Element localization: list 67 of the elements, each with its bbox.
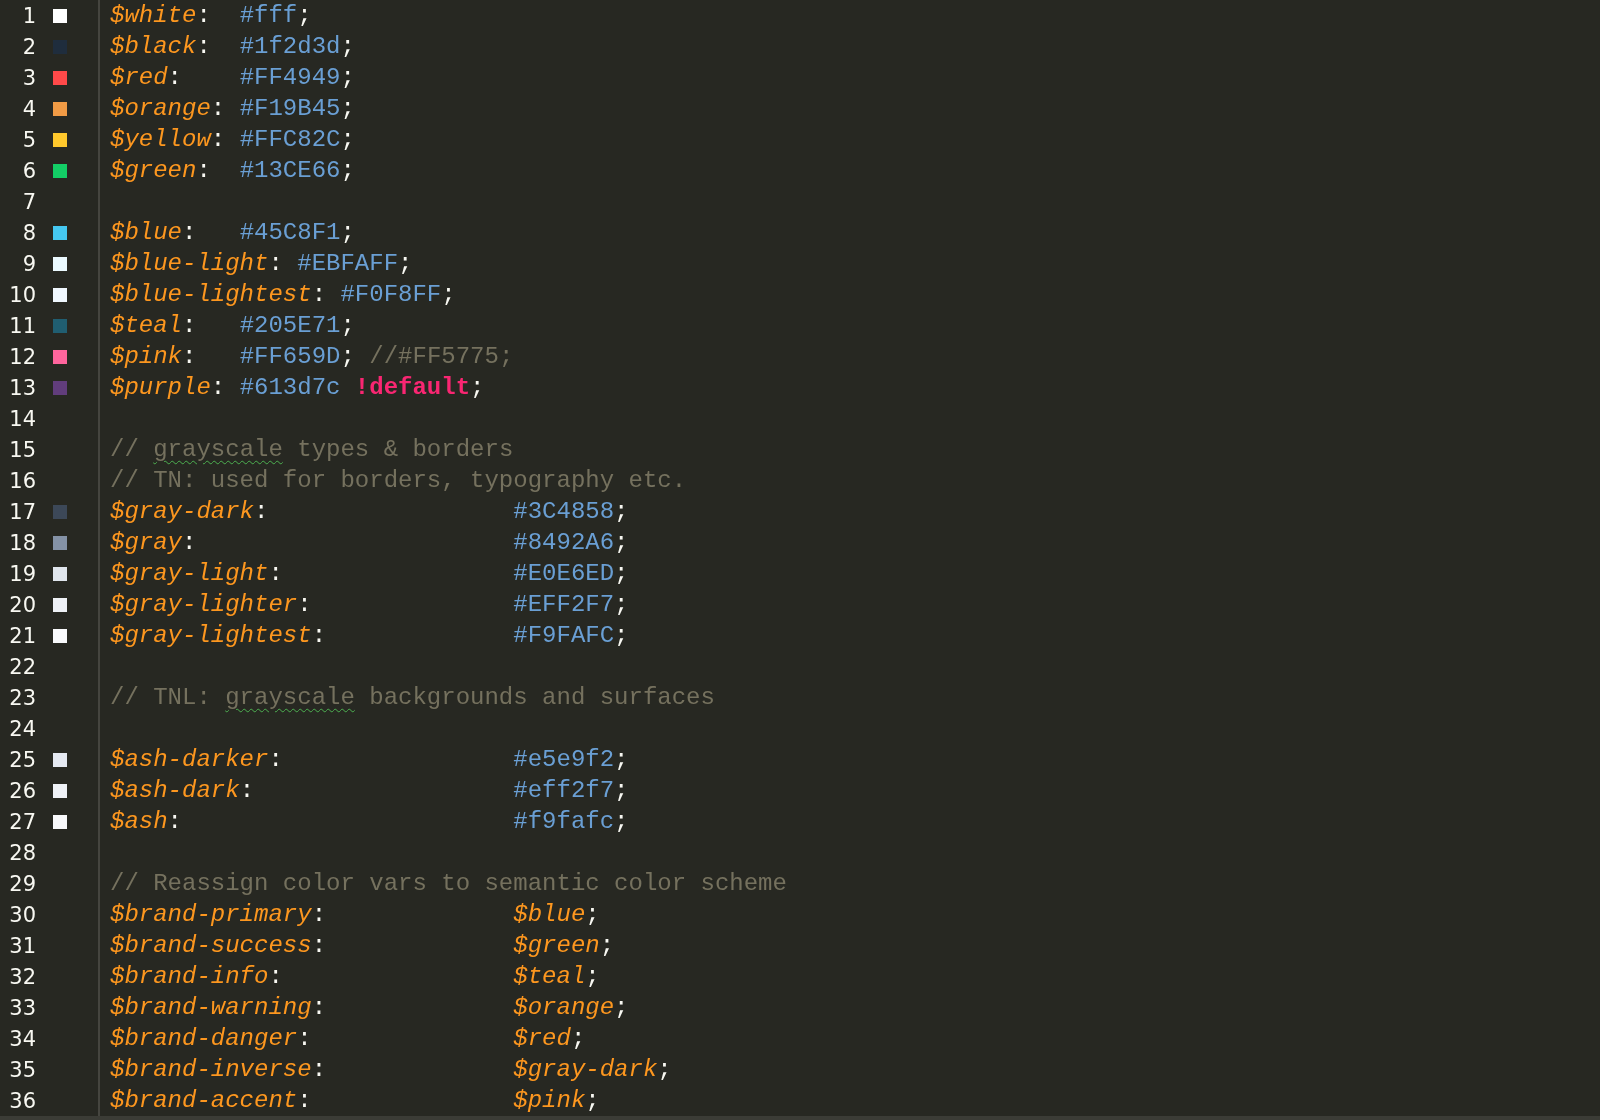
code-line: $gray-lighter: #EFF2F7; — [110, 591, 629, 618]
code-line: $brand-info: $teal; — [110, 963, 600, 990]
code-line: $gray-light: #E0E6ED; — [110, 560, 629, 587]
line-number: 20 — [8, 592, 36, 617]
line-number: 16 — [8, 468, 36, 493]
line-number: 27 — [8, 809, 36, 834]
line-number: 29 — [8, 871, 36, 896]
line-number: 23 — [8, 685, 36, 710]
code-line: $brand-warning: $orange; — [110, 994, 629, 1021]
code-line: $gray: #8492A6; — [110, 529, 629, 556]
line-number: 22 — [8, 654, 36, 679]
code-line: $green: #13CE66; — [110, 157, 355, 184]
line-number: 19 — [8, 561, 36, 586]
code-line: $brand-primary: $blue; — [110, 901, 600, 928]
code-line: $ash: #f9fafc; — [110, 808, 629, 835]
line-number: 25 — [8, 747, 36, 772]
line-number: 5 — [21, 127, 36, 152]
line-number: 33 — [8, 995, 36, 1020]
code-line: // Reassign color vars to semantic color scheme — [110, 870, 787, 897]
line-number: 18 — [8, 530, 36, 555]
code-line: $brand-success: $green; — [110, 932, 615, 959]
line-number: 9 — [21, 251, 36, 276]
code-line: $brand-danger: $red; — [110, 1025, 586, 1052]
code-line: // TN: used for borders, typography etc. — [110, 467, 687, 494]
line-number: 17 — [8, 499, 36, 524]
line-number: 21 — [8, 623, 36, 648]
line-number: 8 — [21, 220, 36, 245]
code-line: $ash-dark: #eff2f7; — [110, 777, 629, 804]
code-line: $blue: #45C8F1; — [110, 219, 355, 246]
line-number: 24 — [8, 716, 36, 741]
line-number: 3 — [21, 65, 36, 90]
line-number: 36 — [8, 1088, 36, 1113]
line-number: 7 — [21, 189, 36, 214]
line-number: 6 — [21, 158, 36, 183]
line-number: 1 — [21, 3, 36, 28]
line-number: 4 — [21, 96, 36, 121]
code-line: $blue-lightest: #F0F8FF; — [110, 281, 456, 308]
line-number: 14 — [8, 406, 36, 431]
line-number: 30 — [8, 902, 36, 927]
code-line: $gray-dark: #3C4858; — [110, 498, 629, 525]
code-line: // TNL: grayscale backgrounds and surfaces — [110, 684, 715, 711]
code-line: $orange: #F19B45; — [110, 95, 355, 122]
code-line: $brand-inverse: $gray-dark; — [110, 1056, 672, 1083]
code-line: $yellow: #FFC82C; — [110, 126, 355, 153]
line-number: 35 — [8, 1057, 36, 1082]
line-number: 12 — [8, 344, 36, 369]
line-number: 26 — [8, 778, 36, 803]
code-line: $pink: #FF659D; //#FF5775; — [110, 343, 514, 370]
code-line: $black: #1f2d3d; — [110, 33, 355, 60]
line-number: 34 — [8, 1026, 36, 1051]
line-number: 31 — [8, 933, 36, 958]
line-number: 13 — [8, 375, 36, 400]
line-number: 32 — [8, 964, 36, 989]
line-number: 15 — [8, 437, 36, 462]
code-line: $ash-darker: #e5e9f2; — [110, 746, 629, 773]
code-line: $teal: #205E71; — [110, 312, 355, 339]
line-number: 10 — [8, 282, 36, 307]
line-number: 28 — [8, 840, 36, 865]
line-number: 11 — [8, 313, 36, 338]
line-number: 2 — [21, 34, 36, 59]
code-line: $red: #FF4949; — [110, 64, 355, 91]
code-line: $brand-accent: $pink; — [110, 1087, 600, 1114]
code-line: $white: #fff; — [110, 2, 312, 29]
code-line: $gray-lightest: #F9FAFC; — [110, 622, 629, 649]
code-line: $purple: #613d7c !default; — [110, 374, 485, 401]
code-line: $blue-light: #EBFAFF; — [110, 250, 413, 277]
code-line: // grayscale types & borders — [110, 436, 514, 463]
